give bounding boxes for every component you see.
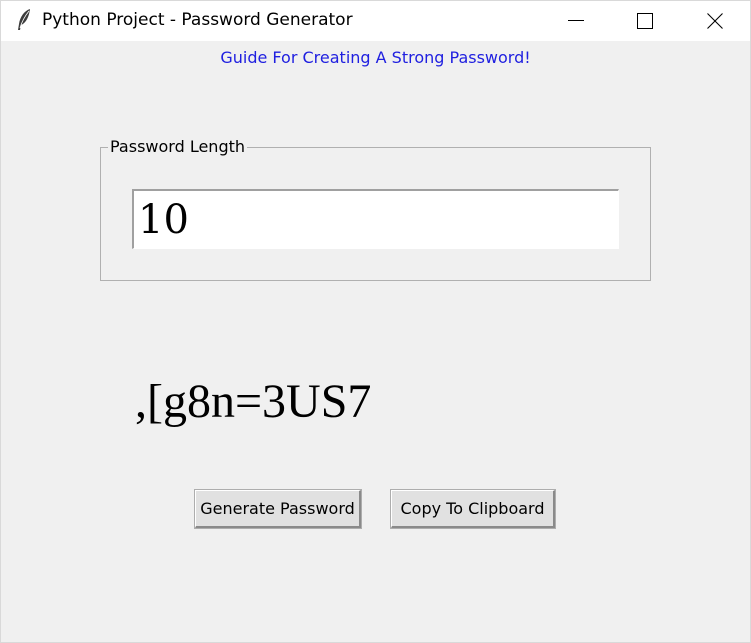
feather-icon [15,8,33,32]
generate-password-button[interactable]: Generate Password [194,489,362,529]
app-window: Python Project - Password Generator Guid… [0,0,751,643]
generated-password-text: ,[g8n=3US7 [135,375,372,428]
window-title: Python Project - Password Generator [42,10,353,30]
maximize-icon [637,13,653,29]
password-length-input[interactable] [132,189,619,249]
close-button[interactable] [680,1,750,41]
close-icon [707,13,723,29]
minimize-icon [568,20,584,21]
minimize-button[interactable] [541,1,611,41]
password-length-label: Password Length [108,137,248,157]
maximize-button[interactable] [610,1,680,41]
strong-password-guide-link[interactable]: Guide For Creating A Strong Password! [1,48,750,67]
copy-to-clipboard-button[interactable]: Copy To Clipboard [390,489,556,529]
title-bar[interactable]: Python Project - Password Generator [1,1,750,41]
